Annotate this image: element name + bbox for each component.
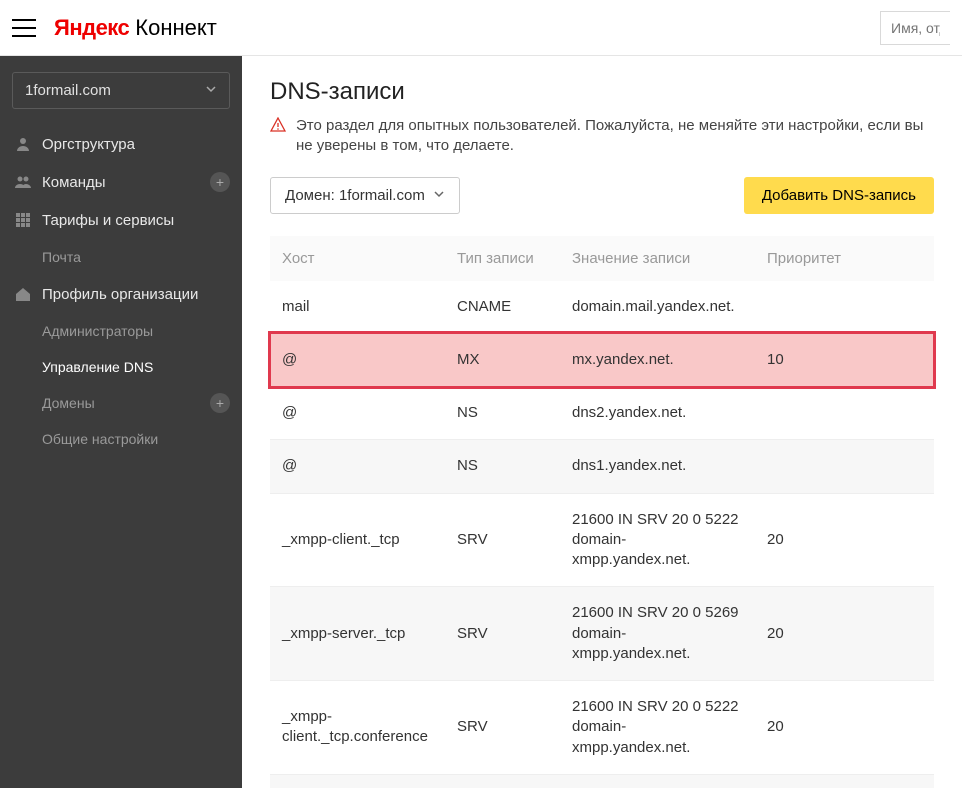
sidebar-item-label: Общие настройки [42, 431, 158, 447]
table-row[interactable]: @MXmx.yandex.net.10 [270, 333, 934, 386]
home-icon [14, 285, 32, 303]
menu-hamburger[interactable] [12, 19, 36, 37]
brand-red: Яндекс [54, 15, 129, 41]
page-title: DNS-записи [270, 78, 934, 106]
cell-type: MX [445, 333, 560, 386]
sidebar-item-label: Почта [42, 249, 81, 265]
sidebar-domain-select[interactable]: 1formail.com [12, 72, 230, 109]
table-row[interactable]: @NSdns2.yandex.net. [270, 387, 934, 440]
sidebar-item-label: Профиль организации [42, 286, 198, 303]
cell-priority: 20 [755, 774, 934, 788]
cell-host: @ [270, 387, 445, 440]
chevron-down-icon [205, 82, 217, 99]
cell-value: dns1.yandex.net. [560, 440, 755, 493]
table-row[interactable]: _xmpp-server._tcpSRV21600 IN SRV 20 0 52… [270, 587, 934, 681]
th-value: Значение записи [560, 236, 755, 281]
add-dns-record-button[interactable]: Добавить DNS-запись [744, 177, 934, 214]
cell-value: 21600 IN SRV 20 0 5269 domain-xmpp.yande… [560, 587, 755, 681]
table-row[interactable]: mailCNAMEdomain.mail.yandex.net. [270, 281, 934, 334]
table-row[interactable]: _xmpp-server._tcp.conferenceSRV21600 IN … [270, 774, 934, 788]
sidebar-subitem-mail[interactable]: Почта [0, 239, 242, 275]
sidebar-item-label: Оргструктура [42, 136, 135, 153]
sidebar-item-label: Домены [42, 395, 95, 411]
brand: Яндекс Коннект [54, 15, 217, 41]
sidebar-item-org[interactable]: Оргструктура [0, 125, 242, 163]
cell-host: @ [270, 333, 445, 386]
cell-priority [755, 281, 934, 334]
table-row[interactable]: @NSdns1.yandex.net. [270, 440, 934, 493]
cell-value: mx.yandex.net. [560, 333, 755, 386]
th-priority: Приоритет [755, 236, 934, 281]
sidebar-subitem-admins[interactable]: Администраторы [0, 313, 242, 349]
cell-priority: 20 [755, 681, 934, 775]
sidebar: 1formail.com Оргструктура Команды + Тарифы … [0, 56, 242, 788]
cell-type: SRV [445, 493, 560, 587]
sidebar-domain-label: 1formail.com [25, 82, 111, 99]
table-row[interactable]: _xmpp-client._tcpSRV21600 IN SRV 20 0 52… [270, 493, 934, 587]
sidebar-subitem-domains[interactable]: Домены + [0, 385, 242, 421]
warning-icon [270, 117, 286, 157]
cell-priority [755, 440, 934, 493]
chevron-down-icon [433, 187, 445, 204]
warning-text: Это раздел для опытных пользователей. По… [296, 116, 934, 157]
cell-host: _xmpp-server._tcp.conference [270, 774, 445, 788]
table-row[interactable]: _xmpp-client._tcp.conferenceSRV21600 IN … [270, 681, 934, 775]
th-host: Хост [270, 236, 445, 281]
sidebar-item-label: Администраторы [42, 323, 153, 339]
cell-host: _xmpp-server._tcp [270, 587, 445, 681]
domain-dropdown[interactable]: Домен: 1formail.com [270, 177, 460, 214]
brand-thin: Коннект [135, 15, 217, 41]
cell-type: NS [445, 440, 560, 493]
cell-value: dns2.yandex.net. [560, 387, 755, 440]
cell-value: 21600 IN SRV 20 0 5269 domain-xmpp.yande… [560, 774, 755, 788]
cell-value: 21600 IN SRV 20 0 5222 domain-xmpp.yande… [560, 493, 755, 587]
cell-host: @ [270, 440, 445, 493]
th-type: Тип записи [445, 236, 560, 281]
sidebar-item-label: Управление DNS [42, 359, 153, 375]
cell-value: 21600 IN SRV 20 0 5222 domain-xmpp.yande… [560, 681, 755, 775]
cell-priority: 10 [755, 333, 934, 386]
cell-type: SRV [445, 587, 560, 681]
cell-host: _xmpp-client._tcp.conference [270, 681, 445, 775]
people-icon [14, 173, 32, 191]
sidebar-subitem-dns[interactable]: Управление DNS [0, 349, 242, 385]
cell-host: _xmpp-client._tcp [270, 493, 445, 587]
sidebar-item-profile[interactable]: Профиль организации [0, 275, 242, 313]
domain-dropdown-label: Домен: 1formail.com [285, 187, 425, 204]
sidebar-item-teams[interactable]: Команды + [0, 163, 242, 201]
cell-type: SRV [445, 774, 560, 788]
sidebar-item-label: Команды [42, 174, 106, 191]
plus-icon[interactable]: + [210, 393, 230, 413]
sidebar-item-label: Тарифы и сервисы [42, 212, 174, 229]
dns-table: Хост Тип записи Значение записи Приорите… [270, 236, 934, 788]
plus-icon[interactable]: + [210, 172, 230, 192]
sidebar-item-tariffs[interactable]: Тарифы и сервисы [0, 201, 242, 239]
sidebar-subitem-general[interactable]: Общие настройки [0, 421, 242, 457]
cell-value: domain.mail.yandex.net. [560, 281, 755, 334]
cell-priority: 20 [755, 493, 934, 587]
cell-type: NS [445, 387, 560, 440]
grid-icon [14, 211, 32, 229]
cell-priority: 20 [755, 587, 934, 681]
cell-priority [755, 387, 934, 440]
cell-type: SRV [445, 681, 560, 775]
search-input[interactable] [880, 11, 950, 45]
cell-host: mail [270, 281, 445, 334]
cell-type: CNAME [445, 281, 560, 334]
person-icon [14, 135, 32, 153]
